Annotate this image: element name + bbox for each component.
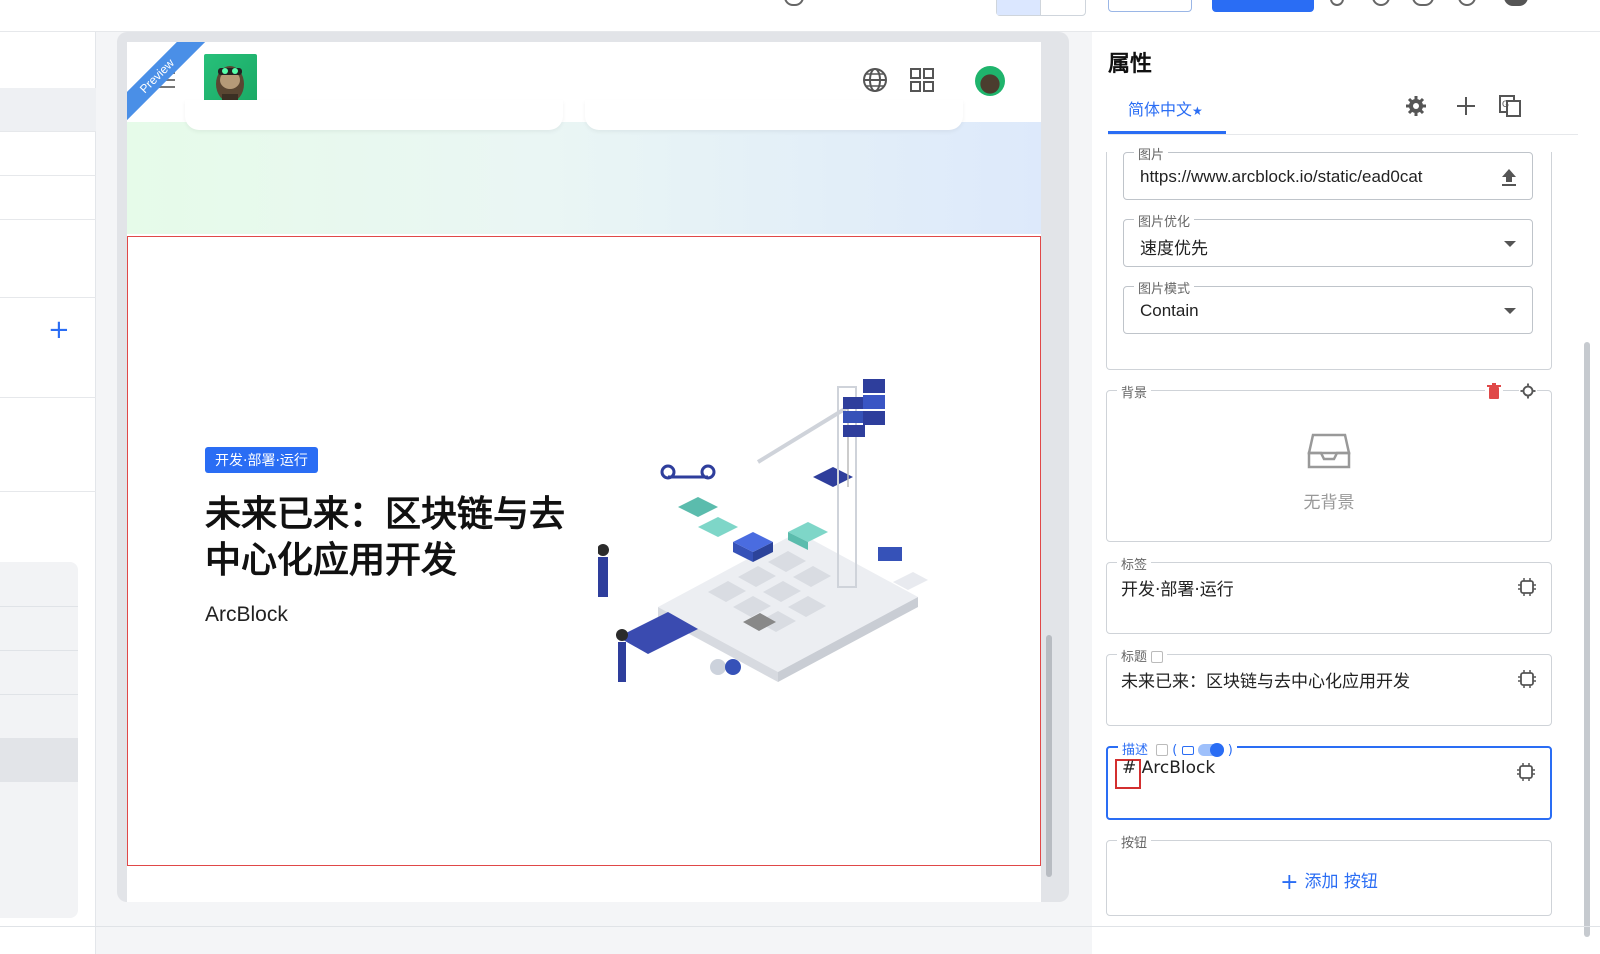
sidebar-item-selected[interactable] xyxy=(0,88,96,132)
tabs-border xyxy=(1108,134,1578,135)
hero-tag: 开发·部署·运行 xyxy=(205,447,318,473)
sidebar-lower-panel xyxy=(0,562,78,918)
title-field[interactable]: 标题 未来已来：区块链与去中心化应用开发 xyxy=(1106,646,1552,726)
sidebar-item[interactable] xyxy=(0,176,96,220)
hero-subtitle: ArcBlock xyxy=(205,603,288,626)
globe-icon[interactable] xyxy=(1412,0,1434,6)
description-field[interactable]: 描述 ( ) # ArcBlock xyxy=(1106,739,1552,820)
bottom-border xyxy=(0,926,1600,927)
markdown-toggle[interactable] xyxy=(1197,743,1224,757)
ai-chip-icon[interactable] xyxy=(1516,762,1536,782)
panel-scrollbar[interactable] xyxy=(1584,342,1590,937)
nav-card xyxy=(585,100,963,130)
sidebar-item[interactable] xyxy=(0,398,96,492)
inbox-icon xyxy=(1307,433,1351,469)
properties-panel: 属性 简体中文★ G 图片 https://www.arcblock.io/st… xyxy=(1092,32,1600,954)
description-checkbox[interactable] xyxy=(1156,744,1169,756)
menu-icon[interactable] xyxy=(153,72,175,88)
hero-title: 未来已来：区块链与去中心化应用开发 xyxy=(205,494,566,581)
hero-section[interactable]: 开发·部署·运行 未来已来：区块链与去中心化应用开发 ArcBlock xyxy=(127,236,1041,866)
image-group: 图片 https://www.arcblock.io/static/ead0ca… xyxy=(1106,144,1552,370)
background-section: 背景 无背景 xyxy=(1106,382,1552,542)
toolbar-icon-b[interactable] xyxy=(1372,0,1390,6)
add-section-icon[interactable]: + xyxy=(48,317,70,343)
ai-chip-icon[interactable] xyxy=(1517,669,1537,689)
chevron-down-icon xyxy=(1504,241,1516,247)
image-optimize-select[interactable]: 图片优化 速度优先 xyxy=(1123,211,1533,267)
avatar[interactable] xyxy=(1504,0,1528,6)
plus-icon[interactable] xyxy=(1454,94,1478,118)
nav-card xyxy=(185,100,563,130)
preview-canvas: 开发·部署·运行 未来已来：区块链与去中心化应用开发 ArcBlock xyxy=(127,42,1041,902)
image-url-field[interactable]: 图片 https://www.arcblock.io/static/ead0ca… xyxy=(1123,144,1533,200)
image-mode-select[interactable]: 图片模式 Contain xyxy=(1123,278,1533,334)
globe-icon[interactable] xyxy=(861,66,889,94)
left-sidebar: + xyxy=(0,32,96,954)
svg-text:G: G xyxy=(1502,99,1509,109)
title-checkbox[interactable] xyxy=(1151,651,1164,663)
canvas-scrollbar[interactable] xyxy=(1046,635,1052,877)
trash-icon[interactable] xyxy=(1485,382,1503,400)
tab-language[interactable]: 简体中文★ xyxy=(1128,96,1203,120)
layout-icon[interactable] xyxy=(784,0,804,6)
toolbar-primary-button[interactable] xyxy=(1212,0,1314,12)
grid-icon[interactable] xyxy=(908,66,936,94)
upload-icon[interactable] xyxy=(1500,167,1518,187)
gradient-band xyxy=(127,122,1041,234)
tag-field[interactable]: 标签 开发·部署·运行 xyxy=(1106,554,1552,634)
sidebar-item[interactable] xyxy=(0,132,96,176)
gear-icon[interactable] xyxy=(1519,382,1537,400)
chevron-down-icon xyxy=(1504,308,1516,314)
user-avatar[interactable] xyxy=(975,66,1005,96)
add-button-button[interactable]: + 添加 按钮 xyxy=(1107,867,1551,895)
sidebar-item[interactable] xyxy=(0,220,96,298)
plus-icon: + xyxy=(1280,870,1299,895)
device-toggle[interactable] xyxy=(996,0,1086,16)
top-toolbar xyxy=(0,0,1600,32)
gear-icon[interactable] xyxy=(1404,94,1428,118)
ai-chip-icon[interactable] xyxy=(1517,577,1537,597)
toolbar-icon-a[interactable] xyxy=(1330,0,1344,6)
empty-background-text: 无背景 xyxy=(1303,493,1355,513)
translate-icon[interactable]: G xyxy=(1498,94,1522,118)
panel-title: 属性 xyxy=(1108,52,1153,77)
grid-icon[interactable] xyxy=(1458,0,1476,6)
markdown-icon xyxy=(1181,746,1194,755)
button-section: 按钮 + 添加 按钮 xyxy=(1106,832,1552,916)
toolbar-outline-button[interactable] xyxy=(1108,0,1192,12)
isometric-illustration xyxy=(598,379,928,682)
